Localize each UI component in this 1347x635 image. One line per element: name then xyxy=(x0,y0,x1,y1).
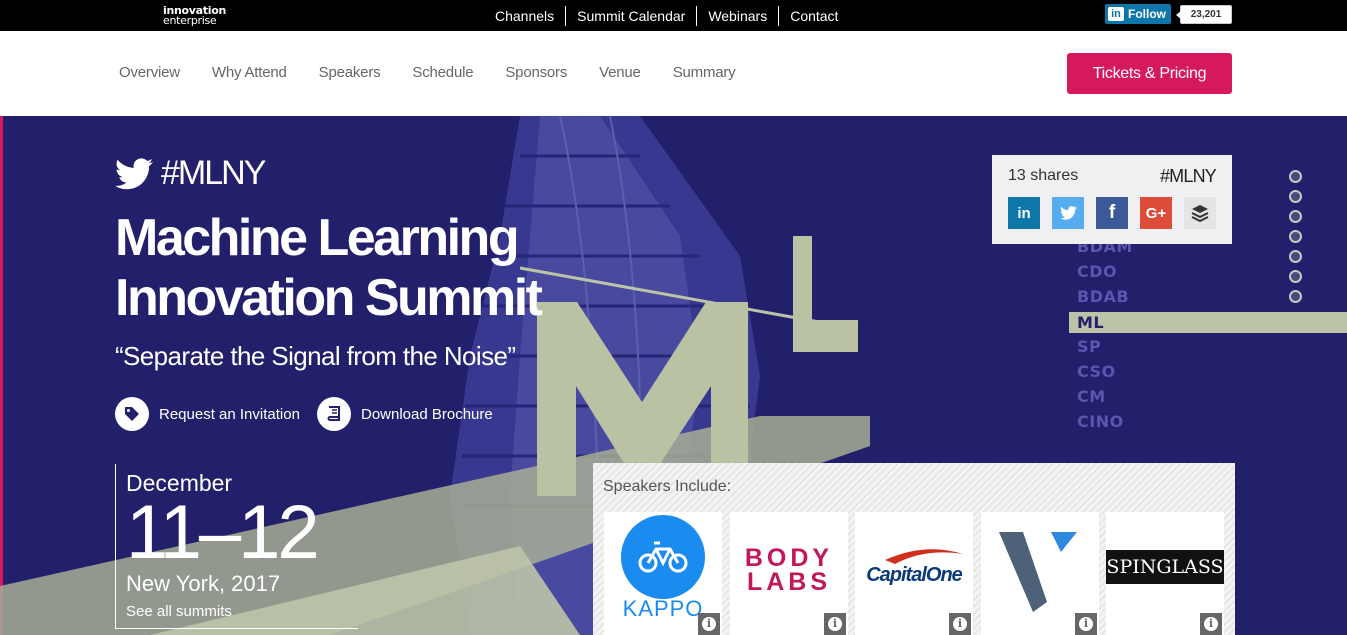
summit-nav: Overview Why Attend Speakers Schedule Sp… xyxy=(0,31,1347,116)
top-bar: innovation enterprise Channels Summit Ca… xyxy=(0,0,1347,31)
speaker-logo-capital-one[interactable]: CapitalOne i xyxy=(855,512,973,635)
speaker-info-button[interactable]: i xyxy=(949,613,971,635)
summit-tagline: “Separate the Signal from the Noise” xyxy=(115,341,516,371)
tag-icon xyxy=(115,397,149,431)
topnav-channels[interactable]: Channels xyxy=(484,6,565,26)
info-icon: i xyxy=(1204,617,1218,631)
nav-schedule[interactable]: Schedule xyxy=(412,64,473,81)
share-twitter-button[interactable] xyxy=(1052,197,1084,229)
twitter-icon xyxy=(1059,206,1077,220)
nav-overview[interactable]: Overview xyxy=(119,64,180,81)
speakers-heading: Speakers Include: xyxy=(603,478,732,495)
download-brochure-link[interactable]: Download Brochure xyxy=(317,397,493,431)
share-google-plus-button[interactable]: G+ xyxy=(1140,197,1172,229)
nav-sponsors[interactable]: Sponsors xyxy=(505,64,567,81)
acronym-cm[interactable]: CM xyxy=(1077,387,1106,406)
nav-speakers[interactable]: Speakers xyxy=(319,64,381,81)
slide-dot[interactable] xyxy=(1289,210,1302,223)
speakers-panel: Speakers Include: KAPPO i BODY LABS i Ca… xyxy=(593,463,1235,635)
acronym-bdab[interactable]: BDAB xyxy=(1077,287,1129,306)
share-linkedin-button[interactable]: in xyxy=(1008,197,1040,229)
see-all-summits-link[interactable]: See all summits xyxy=(126,603,358,620)
linkedin-follower-count: 23,201 xyxy=(1176,5,1232,24)
speaker-info-button[interactable]: i xyxy=(1075,613,1097,635)
event-location: New York, 2017 xyxy=(126,571,281,596)
linkedin-follow-label: Follow xyxy=(1128,7,1166,21)
linkedin-follow-button[interactable]: in Follow xyxy=(1105,4,1171,24)
request-invitation-link[interactable]: Request an Invitation xyxy=(115,397,300,431)
speaker-info-button[interactable]: i xyxy=(698,613,720,635)
google-plus-icon: G+ xyxy=(1145,204,1167,222)
share-facebook-button[interactable]: f xyxy=(1096,197,1128,229)
body-labs-wordmark: BODY LABS xyxy=(744,544,834,596)
info-icon: i xyxy=(1079,617,1093,631)
share-hashtag: #MLNY xyxy=(1159,166,1217,186)
acronym-cdo[interactable]: CDO xyxy=(1077,262,1117,281)
nav-summary[interactable]: Summary xyxy=(673,64,736,81)
slide-dot[interactable] xyxy=(1289,290,1302,303)
info-icon: i xyxy=(828,617,842,631)
nav-why-attend[interactable]: Why Attend xyxy=(212,64,287,81)
big-l-letter xyxy=(793,236,858,352)
event-hashtag[interactable]: #MLNY xyxy=(115,154,266,193)
event-date-box: December 11–12 New York, 2017 See all su… xyxy=(115,464,358,629)
linkedin-icon: in xyxy=(1108,7,1124,21)
tickets-pricing-button[interactable]: Tickets & Pricing xyxy=(1067,53,1232,94)
share-buffer-button[interactable] xyxy=(1184,197,1216,229)
nav-venue[interactable]: Venue xyxy=(599,64,641,81)
speaker-info-button[interactable]: i xyxy=(824,613,846,635)
share-widget: 13 shares #MLNY in f G+ xyxy=(992,155,1232,244)
spinglass-wordmark: SPINGLASS xyxy=(1106,550,1224,584)
slide-pagination xyxy=(1289,170,1302,310)
linkedin-icon: in xyxy=(1017,204,1031,222)
slide-dot[interactable] xyxy=(1289,270,1302,283)
speaker-logo-v[interactable]: i xyxy=(981,512,1099,635)
topnav-summit-calendar[interactable]: Summit Calendar xyxy=(565,6,696,26)
acronym-highlight-bar xyxy=(1069,312,1347,333)
facebook-icon: f xyxy=(1108,202,1116,223)
event-days: 11–12 xyxy=(126,490,320,575)
speaker-logo-spinglass[interactable]: SPINGLASS i xyxy=(1106,512,1224,635)
speaker-logo-body-labs[interactable]: BODY LABS i xyxy=(730,512,848,635)
topnav-contact[interactable]: Contact xyxy=(778,6,849,26)
acronym-cino[interactable]: CINO xyxy=(1077,412,1124,431)
capital-one-wordmark: CapitalOne xyxy=(866,564,963,586)
book-icon xyxy=(317,397,351,431)
acronym-ml[interactable]: ML xyxy=(1077,313,1104,332)
speaker-logo-kappo[interactable]: KAPPO i xyxy=(604,512,722,635)
info-icon: i xyxy=(702,617,716,631)
hero-banner: #MLNY Machine Learning Innovation Summit… xyxy=(0,116,1347,635)
acronym-sp[interactable]: SP xyxy=(1077,337,1101,356)
summit-title: Machine Learning Innovation Summit xyxy=(115,209,543,327)
share-count: 13 shares xyxy=(1008,167,1079,184)
acronym-cso[interactable]: CSO xyxy=(1077,362,1116,381)
buffer-icon xyxy=(1191,205,1209,222)
slide-dot[interactable] xyxy=(1289,250,1302,263)
speaker-info-button[interactable]: i xyxy=(1200,613,1222,635)
innovation-enterprise-logo[interactable]: innovation enterprise xyxy=(163,5,226,26)
top-nav: Channels Summit Calendar Webinars Contac… xyxy=(484,6,849,26)
slide-dot[interactable] xyxy=(1289,190,1302,203)
info-icon: i xyxy=(953,617,967,631)
slide-dot[interactable] xyxy=(1289,170,1302,183)
twitter-bird-icon xyxy=(115,157,153,189)
topnav-webinars[interactable]: Webinars xyxy=(696,6,778,26)
slide-dot[interactable] xyxy=(1289,230,1302,243)
